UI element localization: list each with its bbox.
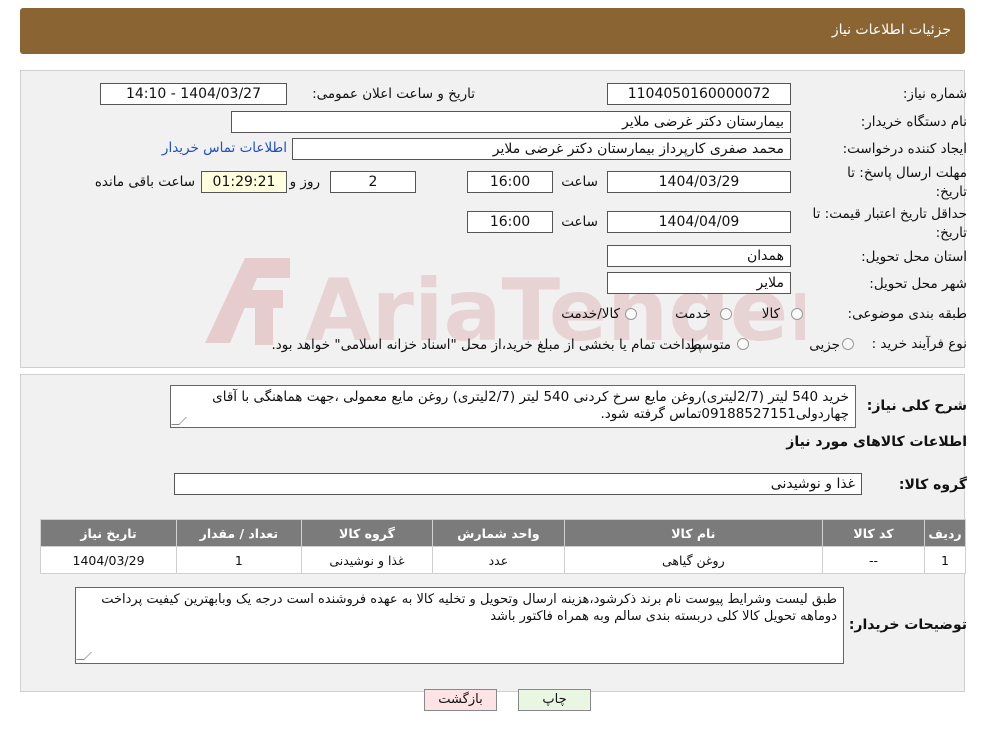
price-validity-label: حداقل تاریخ اعتبار قیمت: تا	[812, 206, 967, 222]
price-validity-label-date: تاریخ:	[935, 225, 967, 241]
col-date: تاریخ نیاز	[39, 519, 178, 547]
buyer-notes-textarea[interactable]: طبق لیست وشرایط پیوست نام برند ذکرشود،هز…	[75, 587, 844, 664]
province-label: استان محل تحویل:	[861, 249, 967, 265]
print-button[interactable]: چاپ	[518, 689, 591, 711]
goods-group-field[interactable]: غذا و نوشیدنی	[174, 473, 862, 495]
purchase-radio-medium[interactable]	[737, 338, 749, 350]
category-radio-goods-service[interactable]	[625, 308, 637, 320]
page-title: جزئیات اطلاعات نیاز	[831, 22, 951, 38]
purchase-radio-minor[interactable]	[842, 338, 854, 350]
creator-label: ایجاد کننده درخواست:	[842, 141, 967, 157]
need-number-field[interactable]: 1104050160000072	[607, 83, 791, 105]
validity-date-field[interactable]: 1404/04/09	[607, 211, 791, 233]
remaining-days-field[interactable]: 2	[330, 171, 416, 193]
goods-table: ردیف کد کالا نام کالا واحد شمارش گروه کا…	[39, 519, 967, 574]
creator-field[interactable]: محمد صفری کارپرداز بیمارستان دکتر غرضی م…	[292, 138, 791, 160]
cell-quantity: 1	[176, 546, 302, 574]
cell-group: غذا و نوشیدنی	[300, 546, 434, 574]
remaining-time-label: ساعت باقی مانده	[94, 174, 195, 190]
col-quantity: تعداد / مقدار	[176, 519, 302, 547]
col-group: گروه کالا	[300, 519, 434, 547]
reply-date-field[interactable]: 1404/03/29	[607, 171, 791, 193]
goods-section-title: اطلاعات کالاهای مورد نیاز	[786, 434, 967, 450]
purchase-type-label: نوع فرآیند خرید :	[871, 336, 967, 352]
category-label: طبقه بندی موضوعی:	[847, 306, 967, 322]
need-number-label: شماره نیاز:	[902, 86, 967, 102]
back-button[interactable]: بازگشت	[424, 689, 497, 711]
reply-time-label: ساعت	[561, 174, 598, 190]
buyer-contact-link[interactable]: اطلاعات تماس خریدار	[162, 140, 287, 156]
category-radio-goods[interactable]	[791, 308, 803, 320]
remaining-time-field: 01:29:21	[201, 171, 287, 193]
city-field[interactable]: ملایر	[607, 272, 791, 294]
validity-time-field[interactable]: 16:00	[467, 211, 553, 233]
category-option-service: خدمت	[675, 306, 711, 322]
days-label: روز و	[289, 174, 320, 190]
category-option-goods: کالا	[761, 306, 780, 322]
reply-time-field[interactable]: 16:00	[467, 171, 553, 193]
purchase-option-minor: جزیی	[809, 337, 840, 353]
page-header: جزئیات اطلاعات نیاز	[20, 8, 965, 54]
col-code: کد کالا	[822, 519, 925, 547]
table-row[interactable]: 1 -- روغن گیاهی عدد غذا و نوشیدنی 1 1404…	[39, 546, 967, 574]
description-textarea[interactable]: خرید 540 لیتر (2/7لیتری)روغن مایع سرخ کر…	[170, 385, 856, 428]
category-option-goods-service: کالا/خدمت	[561, 306, 620, 322]
category-radio-service[interactable]	[720, 308, 732, 320]
cell-date: 1404/03/29	[39, 546, 178, 574]
reply-deadline-label: مهلت ارسال پاسخ: تا	[847, 165, 967, 181]
buyer-org-label: نام دستگاه خریدار:	[860, 114, 967, 130]
announce-label: تاریخ و ساعت اعلان عمومی:	[312, 86, 475, 102]
validity-time-label: ساعت	[561, 214, 598, 230]
cell-row: 1	[923, 546, 967, 574]
table-header-row: ردیف کد کالا نام کالا واحد شمارش گروه کا…	[39, 519, 967, 547]
buyer-org-field[interactable]: بیمارستان دکتر غرضی ملایر	[231, 111, 791, 133]
col-unit: واحد شمارش	[432, 519, 565, 547]
reply-deadline-label-date: تاریخ:	[935, 184, 967, 200]
cell-name: روغن گیاهی	[563, 546, 824, 574]
city-label: شهر محل تحویل:	[869, 276, 967, 292]
goods-group-label: گروه کالا:	[898, 477, 967, 493]
buyer-notes-label: توضیحات خریدار:	[848, 617, 967, 633]
purchase-note: پرداخت تمام یا بخشی از مبلغ خرید،از محل …	[271, 337, 702, 353]
cell-code: --	[822, 546, 925, 574]
col-name: نام کالا	[563, 519, 824, 547]
announce-datetime-field[interactable]: 1404/03/27 - 14:10	[100, 83, 287, 105]
cell-unit: عدد	[432, 546, 565, 574]
province-field[interactable]: همدان	[607, 245, 791, 267]
col-row: ردیف	[923, 519, 967, 547]
description-label: شرح کلی نیاز:	[866, 398, 967, 414]
